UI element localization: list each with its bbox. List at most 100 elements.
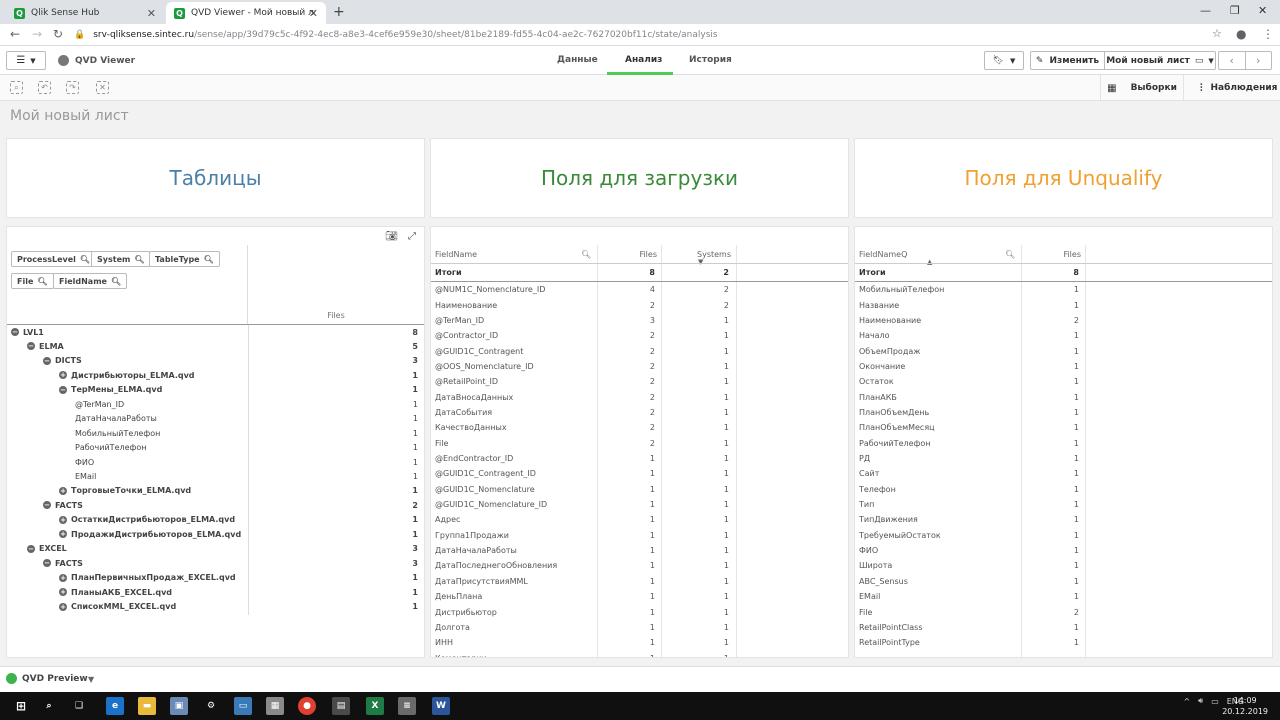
table-row[interactable]: @TerMan_ID 3 1 [431, 313, 848, 328]
table-row[interactable]: Долгота 1 1 [431, 620, 848, 635]
notepad-icon[interactable]: ≡ [398, 697, 416, 715]
chip-file[interactable]: File 🔍︎ [11, 273, 54, 289]
table-row[interactable]: @EndContractor_ID 1 1 [431, 451, 848, 466]
search-icon[interactable]: ⌕ [40, 697, 58, 715]
table-row[interactable]: ПланОбъемМесяц 1 [855, 420, 1272, 435]
back-icon[interactable]: ← [10, 27, 20, 41]
table-row[interactable]: ТребуемыйОстаток 1 [855, 528, 1272, 543]
table-row[interactable]: ABC_Sensus 1 [855, 574, 1272, 589]
chevron-up-icon[interactable]: ^ [1183, 697, 1190, 706]
pivot-row[interactable]: + Дистрибьюторы_ELMA.qvd 1 [7, 368, 424, 382]
new-tab-icon[interactable]: + [333, 4, 345, 20]
table-row[interactable]: Группа1Продажи 1 1 [431, 528, 848, 543]
clock[interactable]: 14:09 20.12.2019 [1222, 695, 1268, 717]
table-row[interactable]: ДеньПлана 1 1 [431, 589, 848, 604]
bookmark-star-icon[interactable]: ☆ [1212, 27, 1222, 40]
table-row[interactable]: ПланОбъемДень 1 [855, 405, 1272, 420]
table-row[interactable]: Наименование 2 2 [431, 297, 848, 312]
chip-field-name[interactable]: FieldName 🔍︎ [53, 273, 128, 289]
chrome-icon[interactable]: ● [298, 697, 316, 715]
app-icon[interactable]: ▣ [170, 697, 188, 715]
column-header-systems[interactable]: Systems [663, 245, 731, 263]
table-row[interactable]: @Contractor_ID 2 1 [431, 328, 848, 343]
chip-table-type[interactable]: TableType 🔍︎ [149, 251, 220, 267]
table-row[interactable]: @GUID1C_Contragent 2 1 [431, 343, 848, 358]
table-row[interactable]: @GUID1C_Nomenclature_ID 1 1 [431, 497, 848, 512]
pivot-row[interactable]: − EXCEL 3 [7, 542, 424, 556]
network-icon[interactable]: ▭ [1211, 697, 1219, 706]
file-explorer-icon[interactable]: ▬ [138, 697, 156, 715]
windows-start-icon[interactable]: ⊞ [12, 697, 30, 715]
table-row[interactable]: ИНН 1 1 [431, 635, 848, 650]
search-icon[interactable]: 🔍︎ [204, 255, 214, 264]
table-row[interactable]: Начало 1 [855, 328, 1272, 343]
pivot-row[interactable]: ФИО 1 [7, 455, 424, 469]
table-row[interactable]: @NUM1C_Nomenclature_ID 4 2 [431, 282, 848, 297]
next-sheet-icon[interactable]: › [1246, 52, 1272, 69]
expand-icon[interactable]: + [59, 573, 67, 582]
search-icon[interactable]: 🔍︎ [134, 255, 144, 264]
pivot-row[interactable]: ДатаНачалаРаботы 1 [7, 412, 424, 426]
table-row[interactable]: РД 1 [855, 451, 1272, 466]
tab-data[interactable]: Данные [557, 55, 598, 65]
pivot-row[interactable]: + ОстаткиДистрибьюторов_ELMA.qvd 1 [7, 513, 424, 527]
browser-tab-qvd-viewer[interactable]: Q QVD Viewer - Мой новый лист | ✕ [166, 2, 326, 24]
step-forward-icon[interactable]: ↷ [66, 81, 79, 94]
table-row[interactable]: ДатаВносаДанных 2 1 [431, 389, 848, 404]
table-row[interactable]: @GUID1C_Contragent_ID 1 1 [431, 466, 848, 481]
qvd-preview-item[interactable]: QVD Preview [6, 673, 88, 684]
table-row[interactable]: Сайт 1 [855, 466, 1272, 481]
expand-icon[interactable]: + [59, 530, 67, 539]
edge-icon[interactable]: e [106, 697, 124, 715]
app-icon[interactable]: ▦ [266, 697, 284, 715]
table-row[interactable]: РабочийТелефон 1 [855, 436, 1272, 451]
table-row[interactable]: ДатаПоследнегоОбновления 1 1 [431, 558, 848, 573]
collapse-icon[interactable]: − [43, 559, 51, 568]
selections-button[interactable]: ▦ Выборки [1100, 75, 1184, 101]
tab-analysis[interactable]: Анализ [625, 55, 662, 65]
column-header-fieldnameq[interactable]: FieldNameQ [859, 245, 1015, 263]
expand-icon[interactable]: + [59, 371, 67, 380]
table-row[interactable]: RetailPointType 1 [855, 635, 1272, 650]
table-row[interactable]: File 2 1 [431, 436, 848, 451]
minimize-icon[interactable]: — [1200, 4, 1211, 17]
clear-selections-icon[interactable]: ✕ [96, 81, 109, 94]
search-icon[interactable]: 🔍︎ [1005, 245, 1015, 263]
expand-icon[interactable]: + [59, 602, 67, 611]
browser-menu-icon[interactable]: ⋮ [1262, 27, 1274, 41]
pivot-row[interactable]: − LVL1 8 [7, 325, 424, 339]
volume-icon[interactable]: 🔊︎ [1198, 696, 1203, 706]
reload-icon[interactable]: ↻ [53, 27, 63, 41]
collapse-icon[interactable]: − [27, 342, 35, 351]
collapse-icon[interactable]: − [43, 501, 51, 510]
search-icon[interactable]: 🔍︎ [581, 245, 591, 263]
close-tab-icon[interactable]: ✕ [309, 7, 318, 20]
expand-icon[interactable]: + [59, 588, 67, 597]
profile-icon[interactable]: ● [1236, 27, 1246, 41]
table-row[interactable]: ДатаСобытия 2 1 [431, 405, 848, 420]
pivot-row[interactable]: + ПланыАКБ_EXCEL.qvd 1 [7, 585, 424, 599]
table-row[interactable]: Тип 1 [855, 497, 1272, 512]
table-row[interactable]: @GUID1C_Nomenclature 1 1 [431, 482, 848, 497]
table-row[interactable]: @OOS_Nomenclature_ID 2 1 [431, 359, 848, 374]
table-row[interactable]: ОбъемПродаж 1 [855, 343, 1272, 358]
browser-tab-hub[interactable]: Q Qlik Sense Hub ✕ [6, 2, 164, 24]
previous-sheet-icon[interactable]: ‹ [1219, 52, 1246, 69]
table-row[interactable]: Широта 1 [855, 558, 1272, 573]
settings-gear-icon[interactable]: ⚙ [202, 697, 220, 715]
collapse-icon[interactable]: − [43, 356, 51, 365]
expand-icon[interactable]: + [59, 486, 67, 495]
expand-icon[interactable]: + [59, 515, 67, 524]
smart-search-icon[interactable]: ⌕ [10, 81, 23, 94]
app-icon[interactable]: ▤ [332, 697, 350, 715]
table-row[interactable]: Название 1 [855, 297, 1272, 312]
search-icon[interactable]: 🔍︎ [111, 277, 121, 286]
pivot-row[interactable]: + ПродажиДистрибьюторов_ELMA.qvd 1 [7, 527, 424, 541]
table-row[interactable]: ФИО 1 [855, 543, 1272, 558]
excel-icon[interactable]: X [366, 697, 384, 715]
forward-icon[interactable]: → [32, 27, 42, 41]
pivot-row[interactable]: + ПланПервичныхПродаж_EXCEL.qvd 1 [7, 571, 424, 585]
table-row[interactable]: ДатаПрисутствияMML 1 1 [431, 574, 848, 589]
table-row[interactable]: @RetailPoint_ID 2 1 [431, 374, 848, 389]
sheet-selector[interactable]: Мой новый лист ▭ ▼ [1105, 56, 1215, 66]
